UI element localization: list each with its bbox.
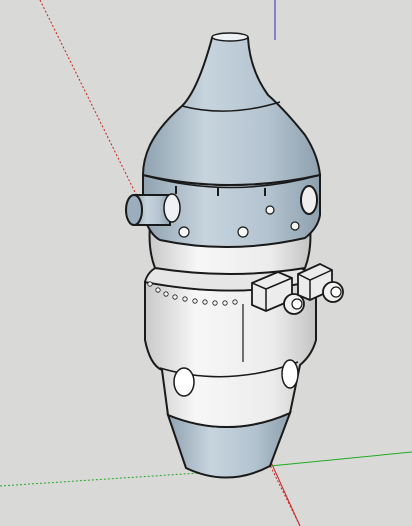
model-scene[interactable]: [0, 0, 412, 526]
bolt-4: [290, 221, 300, 231]
lower-port-right: [281, 359, 299, 389]
bolt-3: [178, 226, 190, 238]
nose-tip: [211, 32, 249, 42]
axis-green-icon: [269, 451, 412, 467]
axis-red-icon: [269, 459, 301, 526]
side-nozzle[interactable]: [125, 193, 181, 226]
bolt-2: [237, 226, 249, 238]
modeling-viewport[interactable]: [0, 0, 412, 526]
bolt-1: [265, 205, 275, 215]
upper-port-right: [300, 185, 318, 215]
lower-port-left: [173, 367, 195, 397]
